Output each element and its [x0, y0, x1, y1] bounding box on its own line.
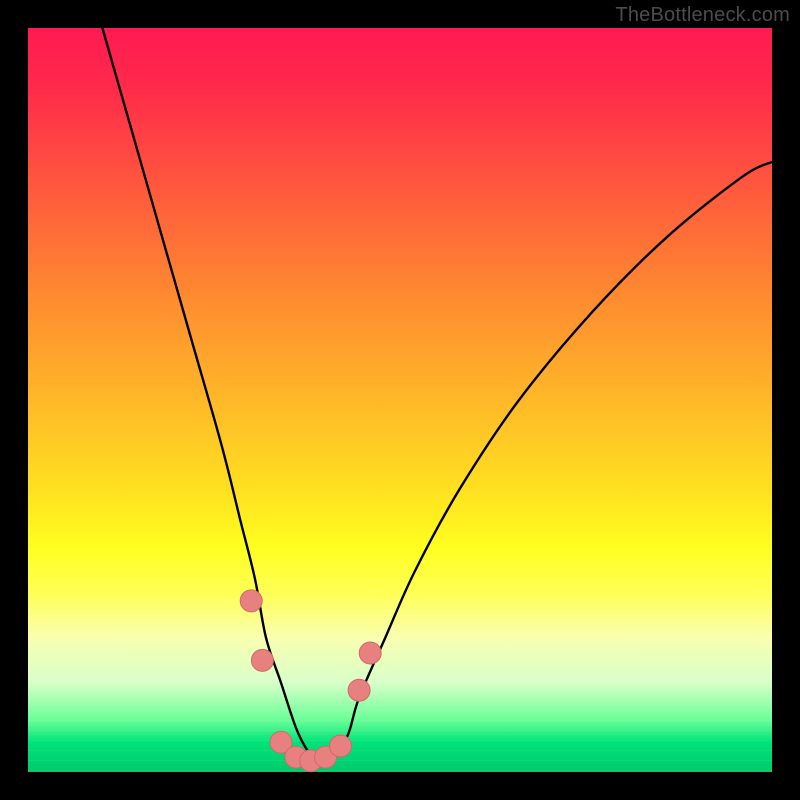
curve-marker — [348, 679, 370, 701]
curve-marker — [251, 649, 273, 671]
chart-svg — [28, 28, 772, 772]
plot-area — [28, 28, 772, 772]
outer-frame: TheBottleneck.com — [0, 0, 800, 800]
curve-marker — [330, 735, 352, 757]
curve-marker — [240, 590, 262, 612]
watermark-text: TheBottleneck.com — [615, 4, 790, 27]
curve-marker — [359, 642, 381, 664]
bottleneck-curve — [102, 28, 772, 761]
